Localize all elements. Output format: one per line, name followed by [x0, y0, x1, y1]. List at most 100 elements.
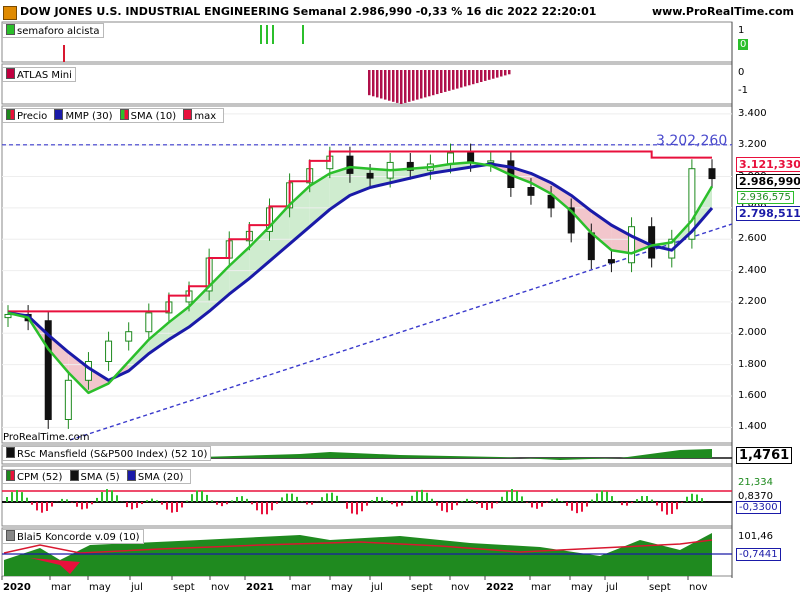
- cpm-bar: [251, 502, 253, 505]
- x-axis-label: mar: [291, 582, 311, 593]
- atlas-bar: [380, 70, 383, 99]
- atlas-bar: [388, 70, 391, 101]
- legend-sma5[interactable]: SMA (5): [69, 470, 120, 483]
- atlas-bar: [412, 70, 415, 101]
- cpm-bar: [406, 501, 408, 502]
- rsc-swatch-icon: [6, 447, 15, 458]
- candle-body: [4, 313, 12, 319]
- atlas-bar: [396, 70, 399, 103]
- cpm-bar: [131, 502, 133, 510]
- atlas-bar: [408, 70, 411, 102]
- atlas-bar: [368, 70, 371, 96]
- semaforo-legend[interactable]: semaforo alcista: [2, 23, 104, 38]
- atlas-bar: [496, 70, 499, 78]
- cpm-bar: [206, 494, 208, 502]
- atlas-bar: [464, 70, 467, 87]
- candle-body: [708, 168, 716, 180]
- semaforo-axis-1: 1: [738, 25, 745, 36]
- cpm-bar: [446, 502, 448, 513]
- cpm-bar: [231, 500, 233, 502]
- cpm-bar: [471, 500, 473, 502]
- cpm-bar: [96, 497, 98, 502]
- cpm-bar: [601, 490, 603, 502]
- atlas-bar: [404, 70, 407, 103]
- candle-body: [487, 160, 495, 163]
- candle-body: [607, 259, 615, 264]
- cpm-bar: [276, 502, 278, 504]
- cpm-bar: [516, 491, 518, 502]
- cpm-bar: [151, 498, 153, 502]
- semaforo-bar: [260, 25, 262, 44]
- rsc-value: 1,4761: [736, 447, 793, 464]
- atlas-bar: [508, 70, 511, 75]
- cpm-bar: [11, 492, 13, 502]
- cpm-bar: [221, 502, 223, 507]
- cpm-bar: [466, 498, 468, 502]
- cpm-bar: [91, 502, 93, 505]
- cpm-bar: [241, 496, 243, 502]
- cpm-bar: [701, 498, 703, 502]
- legend-precio[interactable]: Precio: [6, 109, 48, 122]
- cpm-bar: [211, 500, 213, 502]
- cpm-bar: [146, 500, 148, 502]
- cpm-bar: [301, 501, 303, 502]
- legend-max[interactable]: max: [183, 109, 216, 122]
- cpm-bar: [456, 502, 458, 506]
- semaforo-bar: [63, 45, 65, 62]
- atlas-axis-minus1: -1: [738, 85, 748, 96]
- chart-canvas: [1, 21, 733, 580]
- cpm-bar: [576, 502, 578, 514]
- cpm-bar: [101, 492, 103, 502]
- cpm-legend[interactable]: CPM (52) SMA (5) SMA (20): [2, 469, 192, 484]
- cpm-bar: [51, 502, 53, 507]
- cpm-bar: [521, 496, 523, 502]
- atlas-bar: [476, 70, 479, 84]
- rsc-legend[interactable]: RSc Mansfield (S&P500 Index) (52 10): [2, 446, 212, 461]
- atlas-bar: [432, 70, 435, 96]
- cpm-bar: [556, 498, 558, 502]
- x-axis-label: may: [89, 582, 111, 593]
- cpm-bar: [236, 496, 238, 502]
- atlas-bar: [500, 70, 503, 77]
- cpm-bar: [511, 489, 513, 502]
- cpm-bar: [181, 502, 183, 508]
- cpm-bar: [486, 502, 488, 510]
- atlas-bar: [440, 70, 443, 93]
- koncorde-value-2: -0,7441: [736, 548, 781, 561]
- atlas-bar: [456, 70, 459, 89]
- cpm-bar: [156, 500, 158, 502]
- cpm-bar: [136, 502, 138, 508]
- price-legend[interactable]: Precio MMP (30) SMA (10) max: [2, 108, 225, 123]
- atlas-bar: [376, 70, 379, 98]
- cpm-bar: [196, 490, 198, 502]
- legend-sma[interactable]: SMA (10): [119, 109, 176, 122]
- price-axis-tick: 2.000: [738, 327, 767, 339]
- x-axis-label: may: [331, 582, 353, 593]
- legend-cpm[interactable]: CPM (52): [6, 470, 62, 483]
- x-axis-label: 2020: [3, 582, 31, 593]
- legend-precio-label: Precio: [17, 111, 48, 122]
- cpm-bar: [421, 489, 423, 502]
- legend-sma20[interactable]: SMA (20): [126, 470, 183, 483]
- cpm-bar: [491, 502, 493, 509]
- cpm-bar: [606, 491, 608, 502]
- x-axis-label: sept: [173, 582, 195, 593]
- cpm-bar: [336, 495, 338, 502]
- atlas-axis-0: 0: [738, 67, 745, 78]
- koncorde-swatch-icon: [6, 530, 15, 541]
- cpm-value-3: -0,3300: [736, 501, 781, 514]
- cpm-bar: [426, 492, 428, 502]
- atlas-bar: [436, 70, 439, 95]
- cpm-bar: [61, 498, 63, 502]
- atlas-bar: [424, 70, 427, 98]
- legend-mmp[interactable]: MMP (30): [54, 109, 112, 122]
- candle-body: [346, 155, 354, 174]
- cpm-bar: [641, 496, 643, 502]
- cpm-bar: [256, 502, 258, 511]
- atlas-bar: [480, 70, 483, 82]
- cpm-bar: [431, 498, 433, 502]
- cpm-bar: [356, 502, 358, 515]
- cpm-bar: [21, 492, 23, 502]
- koncorde-legend[interactable]: Blai5 Koncorde v.09 (10): [2, 529, 144, 544]
- atlas-legend[interactable]: ATLAS Mini: [2, 67, 76, 82]
